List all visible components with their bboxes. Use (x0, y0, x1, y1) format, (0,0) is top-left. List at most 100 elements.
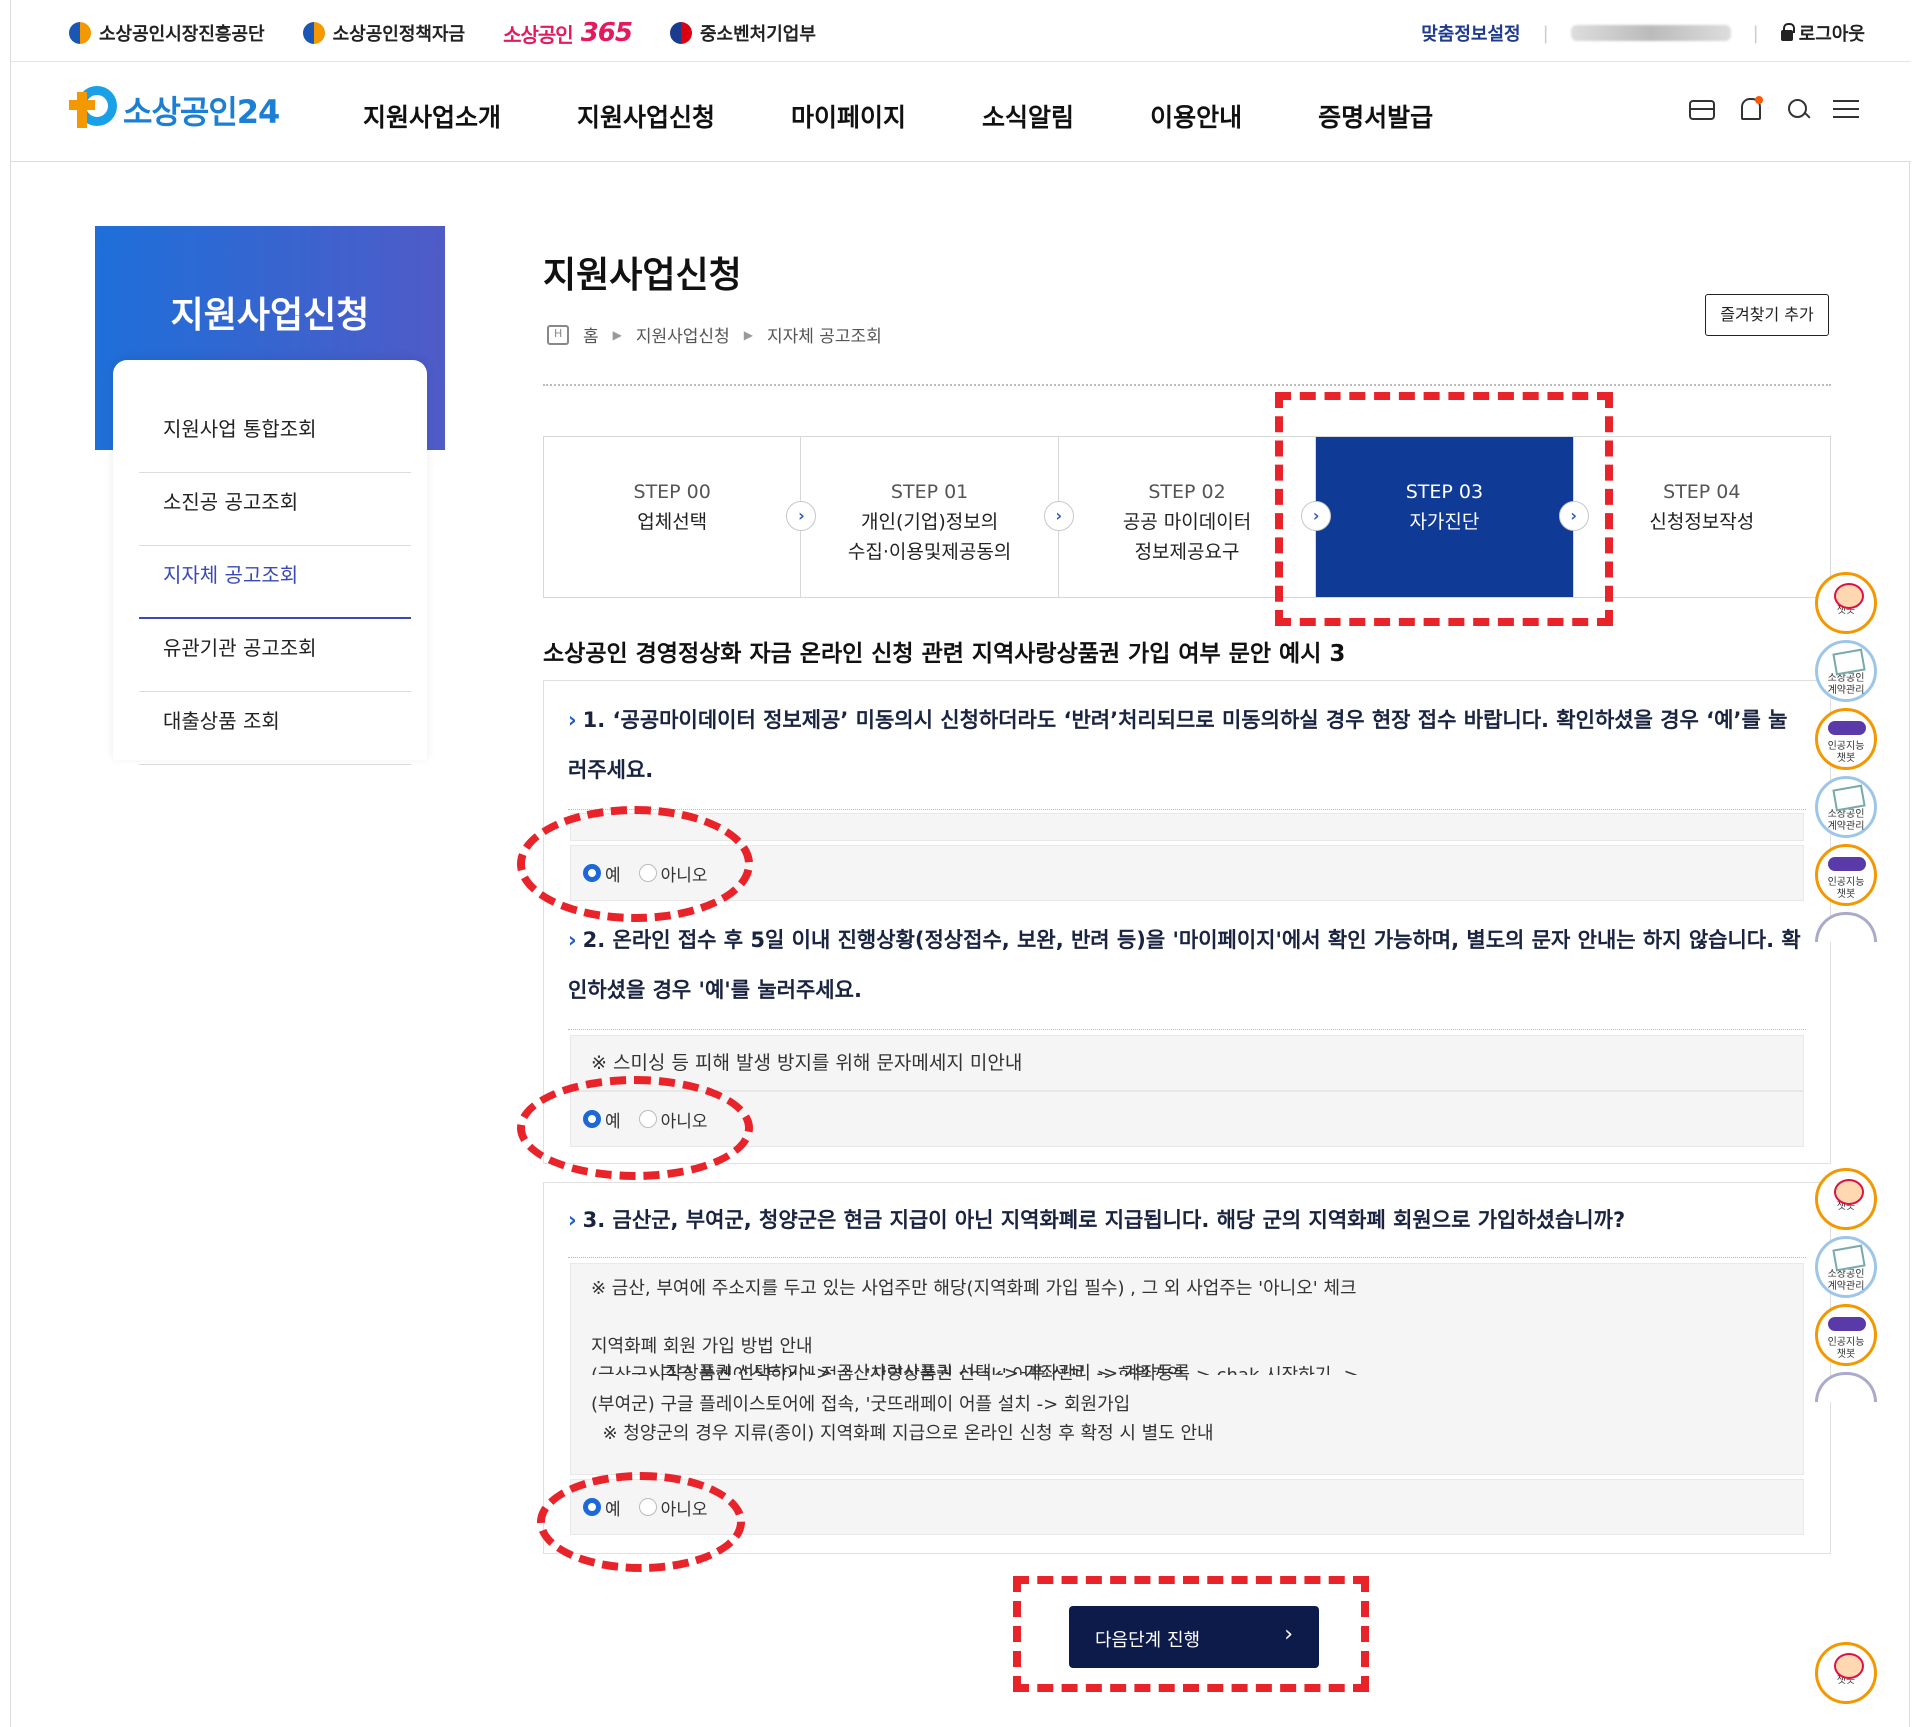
ai-chatbot-label: 인공지능 챗봇 (1827, 741, 1865, 764)
question-1-note-empty (570, 813, 1804, 841)
site-logo[interactable]: 소상공인24 (69, 86, 280, 134)
contract-label: 소상공인 계약관리 (1827, 809, 1865, 832)
form-title: 소상공인 경영정상화 자금 온라인 신청 관련 지역사랑상품권 가입 여부 문안… (543, 641, 1346, 667)
user-name-blurred (1570, 25, 1731, 41)
policy-fund-logo-icon (302, 22, 325, 44)
sidebar-list: 지원사업 통합조회 소진공 공고조회 지자체 공고조회 유관기관 공고조회 대출… (139, 400, 411, 765)
link-mss-label: 중소벤처기업부 (699, 24, 816, 45)
step-number: STEP 01 (890, 481, 969, 503)
chatbot-label: 챗봇 (1836, 1201, 1856, 1212)
breadcrumb-current[interactable]: 지자체 공고조회 (767, 322, 882, 347)
link-semas[interactable]: 소상공인시장진흥공단 (69, 20, 265, 46)
link-policy-fund-label: 소상공인정책자금 (332, 24, 466, 45)
taegeuk-icon (669, 22, 692, 44)
nav-item-news[interactable]: 소식알림 (982, 98, 1074, 134)
ai-chatbot-button[interactable]: 인공지능 챗봇 (1815, 844, 1877, 906)
scroll-top-button[interactable] (1815, 1372, 1877, 1402)
chevron-right-icon: › (568, 1208, 577, 1232)
main-nav: 소상공인24 지원사업소개 지원사업신청 마이페이지 소식알림 이용안내 증명서… (11, 62, 1911, 162)
question-1-line2: 러주세요. (568, 758, 654, 782)
contract-label: 소상공인 계약관리 (1827, 673, 1865, 696)
chevron-right-icon: › (568, 708, 577, 732)
breadcrumb-home[interactable]: 홈 (583, 322, 599, 347)
ai-chatbot-label: 인공지능 챗봇 (1827, 877, 1865, 900)
link-365[interactable]: 소상공인 365 (503, 18, 633, 48)
menu-icon[interactable] (1833, 100, 1859, 118)
contract-button[interactable]: 소상공인 계약관리 (1815, 640, 1877, 702)
link-365-number: 365 (580, 18, 633, 48)
chatbot-button[interactable]: 챗봇 (1815, 1168, 1877, 1230)
annotation-q3-highlight (537, 1472, 745, 1572)
question-2-line1: 2. 온라인 접수 후 5일 이내 진행상황(정상접수, 보완, 반려 등)을 … (582, 928, 1801, 952)
sidebar-item-loan[interactable]: 대출상품 조회 (139, 692, 411, 765)
annotation-next-highlight (1013, 1576, 1369, 1692)
link-semas-label: 소상공인시장진흥공단 (99, 24, 265, 45)
contract-button[interactable]: 소상공인 계약관리 (1815, 1236, 1877, 1298)
link-365-label: 소상공인 (503, 22, 574, 47)
page-title: 지원사업신청 (543, 255, 742, 296)
breadcrumb-apply[interactable]: 지원사업신청 (636, 322, 730, 347)
chevron-right-icon: ▶ (743, 327, 753, 342)
divider: | (1752, 22, 1759, 44)
link-policy-fund[interactable]: 소상공인정책자금 (302, 20, 466, 46)
chatbot-label: 챗봇 (1836, 1675, 1856, 1686)
question-group-1: › 1. ‘공공마이데이터 정보제공’ 미동의시 신청하더라도 ‘반려’처리되므로… (543, 680, 1831, 1164)
custom-info-link[interactable]: 맞춤정보설정 (1421, 20, 1520, 46)
chatbot-button[interactable]: 챗봇 (1815, 572, 1877, 634)
sidebar-title: 지원사업신청 (170, 295, 370, 336)
nav-item-mypage[interactable]: 마이페이지 (791, 98, 906, 134)
question-2-text: › 2. 온라인 접수 후 5일 이내 진행상황(정상접수, 보완, 반려 등)을… (568, 915, 1806, 1015)
divider (568, 1029, 1806, 1030)
divider: | (1542, 22, 1549, 44)
logout-button[interactable]: 로그아웃 (1780, 20, 1865, 46)
add-favorite-button[interactable]: 즐겨찾기 추가 (1705, 294, 1829, 336)
question-1-line1: 1. ‘공공마이데이터 정보제공’ 미동의시 신청하더라도 ‘반려’처리되므로 … (582, 708, 1788, 732)
store-icon[interactable] (1689, 100, 1715, 120)
nav-item-certificate[interactable]: 증명서발급 (1318, 98, 1433, 134)
nav-item-apply[interactable]: 지원사업신청 (577, 98, 715, 134)
ai-chatbot-button[interactable]: 인공지능 챗봇 (1815, 1304, 1877, 1366)
ai-chatbot-label: 인공지능 챗봇 (1827, 1337, 1865, 1360)
note-line: ※ 금산, 부여에 주소지를 두고 있는 사업주만 해당(지역화폐 가입 필수)… (591, 1278, 1357, 1299)
step-01: STEP 01 개인(기업)정보의 수집·이용및제공동의 › (801, 437, 1074, 597)
step-label-line2: 수집·이용및제공동의 (847, 541, 1012, 563)
search-icon[interactable] (1785, 96, 1811, 122)
link-mss[interactable]: 중소벤처기업부 (669, 20, 816, 46)
nav-item-intro[interactable]: 지원사업소개 (363, 98, 501, 134)
contract-label: 소상공인 계약관리 (1827, 1269, 1865, 1292)
annotation-q1-highlight (517, 806, 753, 922)
step-number: STEP 00 (633, 481, 711, 503)
chevron-right-icon: ▶ (612, 327, 622, 342)
scroll-top-button[interactable] (1815, 912, 1877, 942)
step-indicator: STEP 00 업체선택 › STEP 01 개인(기업)정보의 수집·이용및제… (543, 436, 1831, 598)
divider (568, 809, 1806, 810)
sidebar-item-local-gov[interactable]: 지자체 공고조회 (139, 546, 411, 619)
semas-logo-icon (69, 22, 91, 44)
question-group-3: › 3. 금산군, 부여군, 청양군은 현금 지급이 아닌 지역화폐로 지급됩니다… (543, 1182, 1831, 1554)
question-3-note: ※ 금산, 부여에 주소지를 두고 있는 사업주만 해당(지역화폐 가입 필수)… (570, 1263, 1804, 1475)
ai-chatbot-button[interactable]: 인공지능 챗봇 (1815, 708, 1877, 770)
question-1-text: › 1. ‘공공마이데이터 정보제공’ 미동의시 신청하더라도 ‘반려’처리되므로… (568, 695, 1806, 795)
breadcrumb: 홈 ▶ 지원사업신청 ▶ 지자체 공고조회 (547, 322, 882, 347)
lock-icon (1780, 22, 1795, 41)
sidebar-item-related-org[interactable]: 유관기관 공고조회 (139, 619, 411, 692)
nav-item-guide[interactable]: 이용안내 (1150, 98, 1242, 134)
question-3-line1: 3. 금산군, 부여군, 청양군은 현금 지급이 아닌 지역화폐로 지급됩니다.… (582, 1208, 1626, 1232)
question-3-text: › 3. 금산군, 부여군, 청양군은 현금 지급이 아닌 지역화폐로 지급됩니다… (568, 1195, 1806, 1245)
question-2-line2: 인하셨을 경우 '예'를 눌러주세요. (568, 978, 862, 1002)
divider (568, 1257, 1806, 1258)
chatbot-button[interactable]: 챗봇 (1815, 1642, 1877, 1704)
note-line-overlap: 시작상품권 선택하기 -> 금산사랑상품권 선택 -> 계좌관리 -> 계좌등록 (649, 1363, 1191, 1384)
divider (543, 384, 1831, 386)
question-2-note: ※ 스미싱 등 피해 발생 방지를 위해 문자메세지 미안내 (570, 1035, 1804, 1091)
floating-menu-bottom: 챗봇 (1815, 1642, 1877, 1710)
home-icon[interactable] (547, 324, 569, 345)
bell-icon[interactable] (1737, 96, 1763, 122)
sidebar-item-semas[interactable]: 소진공 공고조회 (139, 473, 411, 546)
contract-button[interactable]: 소상공인 계약관리 (1815, 776, 1877, 838)
sidebar-item-integrated[interactable]: 지원사업 통합조회 (139, 400, 411, 473)
chevron-right-icon: › (568, 928, 577, 952)
utility-bar: 소상공인시장진흥공단 소상공인정책자금 소상공인 365 중소벤처기업부 맞춤정보… (11, 0, 1911, 62)
logo-text: 소상공인24 (123, 93, 280, 131)
step-label: 개인(기업)정보의 (861, 511, 999, 533)
